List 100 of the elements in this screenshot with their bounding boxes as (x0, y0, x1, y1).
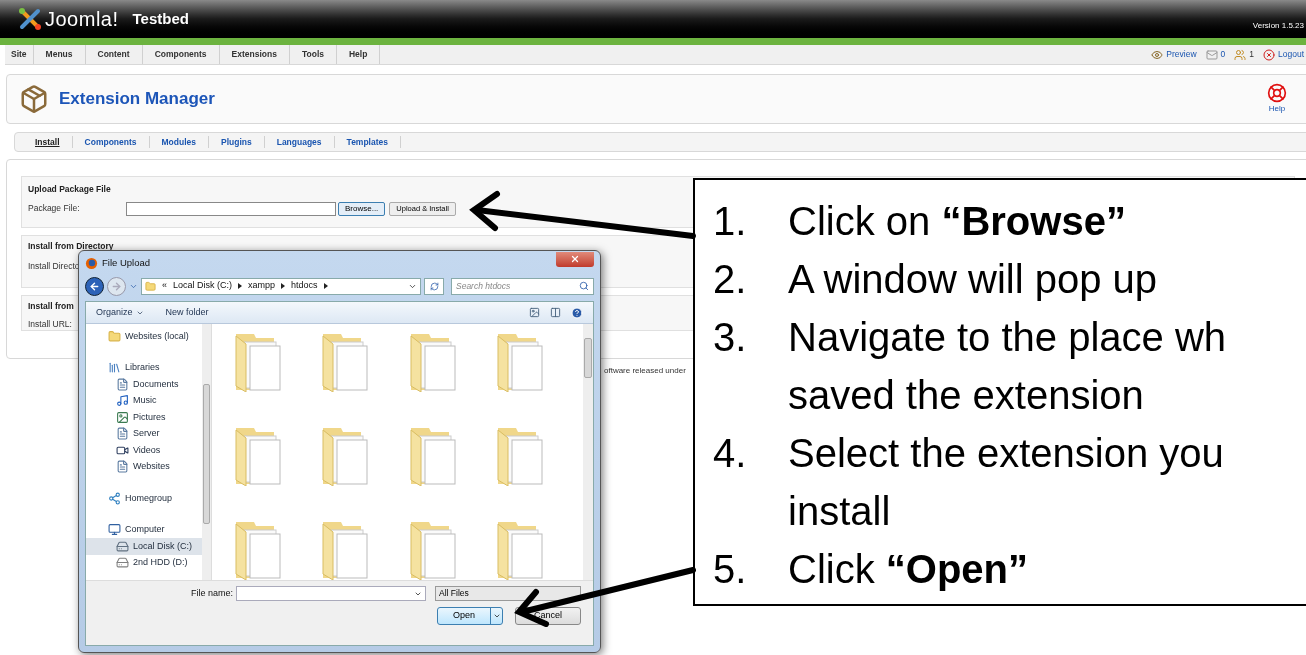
document-icon (116, 460, 129, 474)
breadcrumb[interactable]: Local Disk (C:) (173, 279, 233, 293)
step-text: saved the extension (788, 372, 1145, 419)
path-overflow: « (162, 279, 167, 293)
status-link[interactable]: 0 (1220, 48, 1226, 61)
back-button[interactable] (85, 276, 104, 296)
nav-label: Local Disk (C:) (133, 539, 192, 553)
breadcrumb-arrow-icon[interactable] (323, 283, 328, 289)
address-bar[interactable]: « Local Disk (C:) xampp htdocs (141, 277, 421, 295)
subtab[interactable]: Components (72, 135, 150, 149)
open-button[interactable]: Open (437, 607, 503, 625)
version-text: Version 1.5.23 (1252, 20, 1304, 32)
caret-icon (492, 612, 501, 620)
step-text: Select the extension you (788, 430, 1224, 477)
help-icon[interactable] (571, 306, 583, 319)
field-label: Install URL: (28, 317, 72, 331)
nav-item[interactable]: Computer (86, 521, 202, 538)
nav-label: Websites (local) (125, 329, 189, 343)
music-icon (116, 394, 129, 408)
nav-item[interactable]: Libraries (86, 359, 202, 376)
back-arrow-icon (89, 280, 100, 292)
step-number: 5. (713, 546, 748, 593)
mail-icon (1205, 48, 1218, 61)
browse-button[interactable]: Browse... (338, 201, 386, 216)
homegroup-icon (108, 491, 121, 505)
step-text: install (788, 488, 892, 535)
menu-item[interactable]: Help (337, 45, 381, 64)
subtab[interactable]: Templates (334, 135, 401, 149)
nav-label: Server (133, 427, 160, 440)
search-field[interactable]: Search htdocs (451, 277, 594, 295)
nav-item[interactable]: Websites (86, 458, 202, 475)
dialog-title: File Upload (102, 255, 151, 270)
menu-item[interactable]: Tools (289, 45, 337, 64)
nav-label: Documents (133, 377, 179, 391)
close-button[interactable] (556, 251, 594, 267)
menu-item[interactable]: Site (5, 45, 34, 64)
file-type-select[interactable]: All Files (435, 586, 581, 601)
subtab[interactable]: Languages (264, 135, 335, 149)
section-title: Install from (28, 300, 74, 313)
breadcrumb-arrow-icon[interactable] (281, 283, 286, 289)
new-folder-button[interactable]: New folder (165, 305, 209, 320)
file-input[interactable] (126, 201, 336, 216)
refresh-button[interactable] (424, 277, 444, 295)
preview-icon (1151, 48, 1164, 61)
nav-item[interactable]: Pictures (86, 409, 202, 426)
field-label: Package File: (28, 202, 81, 216)
pane-icon[interactable] (550, 307, 561, 318)
file-name-field[interactable] (236, 586, 426, 601)
subtab[interactable]: Modules (149, 135, 209, 149)
step-number: 3. (713, 314, 748, 361)
nav-item[interactable]: 2nd HDD (D:) (86, 554, 202, 571)
breadcrumb-arrow-icon[interactable] (238, 283, 243, 289)
refresh-icon (429, 281, 439, 291)
field-label: Install Directo (28, 259, 80, 273)
nav-label: Homegroup (125, 491, 173, 505)
nav-label: Libraries (125, 361, 160, 374)
menu-item[interactable]: Components (142, 45, 220, 64)
site-name: Testbed (132, 8, 189, 29)
picture-icon (116, 410, 129, 424)
browser-icon (85, 256, 98, 270)
nav-item[interactable]: Music (86, 392, 202, 409)
search-input[interactable]: Search htdocs (456, 279, 579, 293)
file-name-label: File name: (190, 586, 233, 600)
footer-text: oftware released under (604, 365, 686, 377)
nav-item[interactable]: Videos (86, 442, 202, 459)
close-icon (570, 254, 580, 264)
subtab[interactable]: Install (23, 135, 73, 149)
nav-label: Pictures (133, 410, 166, 424)
step-text: Click on “Browse” (788, 198, 1126, 245)
nav-item[interactable]: Local Disk (C:) (86, 538, 202, 555)
menu-item[interactable]: Extensions (219, 45, 290, 64)
subtab[interactable]: Plugins (209, 135, 265, 149)
nav-label: Websites (133, 460, 170, 473)
organize-menu[interactable]: Organize (96, 305, 144, 320)
joomla-logo-icon (18, 7, 42, 31)
nav-item[interactable]: Server (86, 425, 202, 442)
search-icon (579, 281, 589, 291)
users-icon (1234, 48, 1247, 61)
step-text: Navigate to the place wh (788, 314, 1227, 361)
status-link[interactable]: Preview (1166, 48, 1197, 61)
status-link[interactable]: Logout (1278, 48, 1304, 61)
nav-label: Music (133, 394, 157, 407)
menu-item[interactable]: Menus (33, 45, 86, 64)
document-icon (116, 427, 129, 441)
status-link[interactable]: 1 (1249, 48, 1254, 61)
breadcrumb[interactable]: xampp (248, 279, 276, 293)
nav-label: Videos (133, 443, 161, 457)
nav-item[interactable]: Websites (local) (86, 328, 202, 345)
page-title: Extension Manager (59, 88, 215, 111)
menu-item[interactable]: Content (85, 45, 143, 64)
step-number: 2. (713, 256, 748, 303)
logout-icon (1263, 48, 1275, 61)
nav-item[interactable]: Documents (86, 376, 202, 393)
folder-icon (108, 329, 121, 343)
view-icon[interactable] (529, 307, 540, 318)
step-number: 4. (713, 430, 748, 477)
library-icon (108, 361, 121, 375)
nav-item[interactable]: Homegroup (86, 490, 202, 507)
breadcrumb[interactable]: htdocs (291, 279, 318, 293)
drive-icon (116, 556, 129, 570)
